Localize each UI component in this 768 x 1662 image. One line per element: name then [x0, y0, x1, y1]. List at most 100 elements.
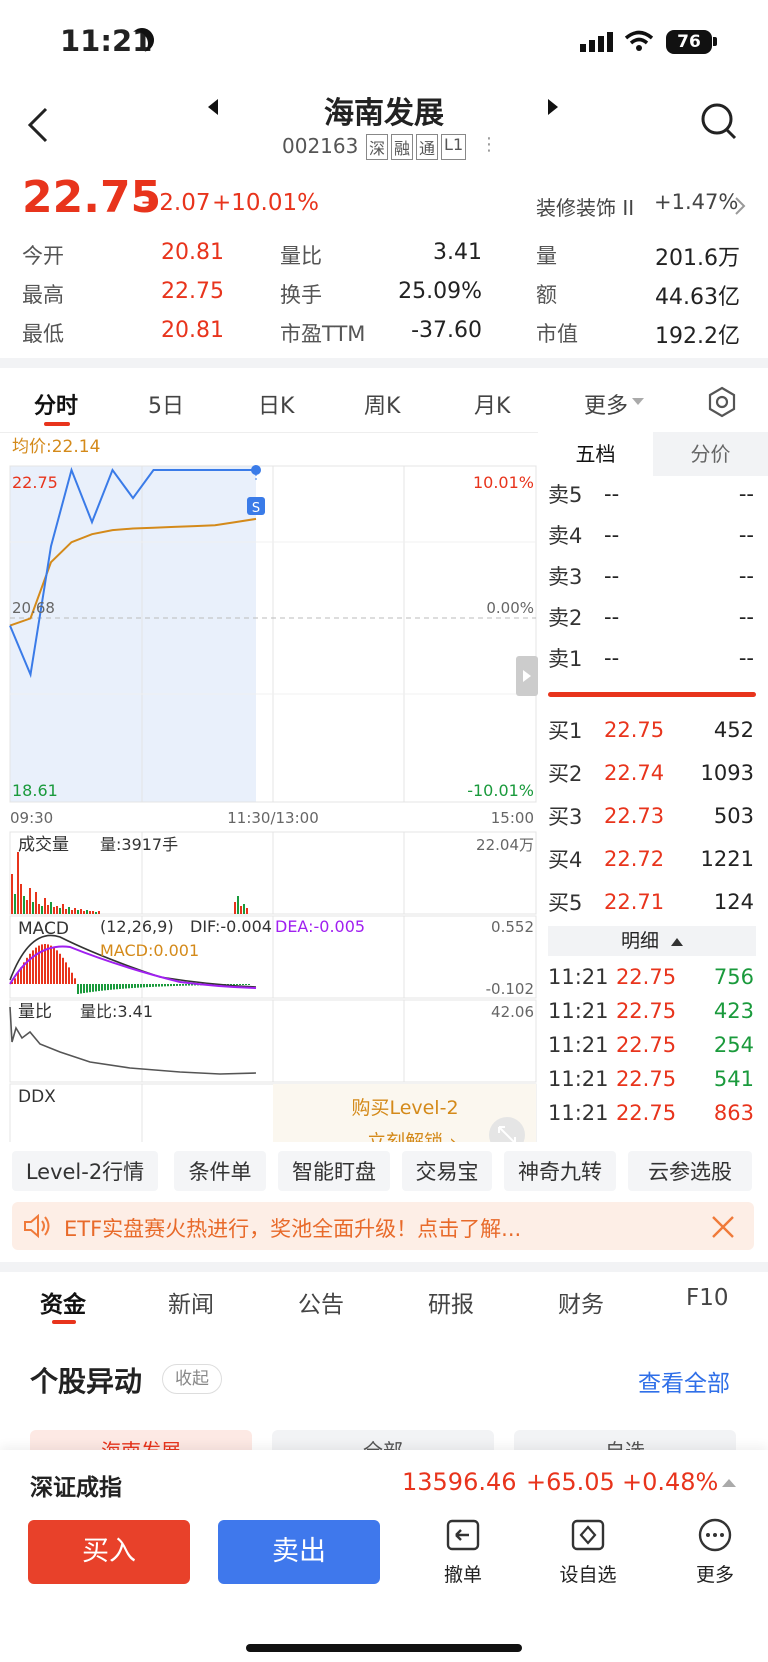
price-change-pct: +10.01%	[212, 190, 319, 216]
back-icon[interactable]	[26, 106, 50, 144]
tab-monthly-k[interactable]: 月K	[474, 388, 510, 420]
subtab-funds[interactable]: 资金	[40, 1285, 86, 1319]
chevron-up-icon[interactable]	[722, 1478, 736, 1488]
volume-bar	[47, 905, 49, 914]
tab-five-levels[interactable]: 五档	[538, 432, 653, 476]
subtab-financials[interactable]: 财务	[558, 1285, 604, 1319]
volume-bar	[62, 904, 64, 914]
volume-bar	[32, 902, 34, 914]
trade-time: 11:21	[548, 999, 609, 1023]
volume-bar	[14, 894, 16, 914]
peek-tab-stock[interactable]: 海南发展	[30, 1430, 252, 1450]
stat-value: 44.63亿	[655, 285, 740, 310]
chevron-right-icon[interactable]	[734, 196, 746, 216]
ask-label: 卖1	[548, 647, 583, 671]
chip-trade-treasure[interactable]: 交易宝	[402, 1151, 492, 1191]
stat-value: 3.41	[433, 240, 482, 265]
volume-bar	[38, 904, 40, 914]
tab-more[interactable]: 更多	[584, 388, 628, 420]
subtab-announcements[interactable]: 公告	[298, 1285, 344, 1319]
chip-level2[interactable]: Level-2行情	[12, 1151, 158, 1191]
ask-volume: --	[738, 523, 754, 547]
view-all-link[interactable]: 查看全部	[638, 1364, 730, 1398]
tab-daily-k[interactable]: 日K	[258, 388, 294, 420]
peek-tab-watch[interactable]: 自选	[514, 1430, 736, 1450]
peek-tab-all[interactable]: 全部	[272, 1430, 494, 1450]
subtab-research[interactable]: 研报	[428, 1285, 474, 1319]
cancel-order-action[interactable]: 撤单	[428, 1518, 498, 1594]
volume-title[interactable]: 成交量	[18, 835, 69, 855]
tab-weekly-k[interactable]: 周K	[364, 388, 400, 420]
intraday-chart[interactable]: S 均价:22.14 22.75 20.68 18.61 10.01% 0.00…	[0, 432, 540, 1142]
unlock-link[interactable]: 立刻解锁 ›	[367, 1131, 457, 1142]
index-name[interactable]: 深证成指	[30, 1468, 122, 1502]
morning-shade	[10, 466, 256, 802]
promo-banner[interactable]: ETF实盘赛火热进行，奖池全面升级！点击了解...	[12, 1202, 754, 1250]
spread-bar	[548, 692, 756, 697]
tag-tong: 通	[416, 134, 439, 160]
macd-bar	[248, 984, 250, 985]
collapse-button[interactable]: 收起	[162, 1364, 222, 1394]
index-change: +65.05	[526, 1468, 615, 1496]
macd-bar	[125, 984, 127, 989]
macd-title[interactable]: MACD	[18, 919, 69, 939]
next-stock-icon[interactable]	[546, 98, 560, 116]
lb-title[interactable]: 量比	[18, 1002, 52, 1022]
trade-time: 11:21	[548, 1067, 609, 1091]
chip-smart-watch[interactable]: 智能盯盘	[278, 1151, 390, 1191]
bid-row[interactable]: 买5 22.71 124	[548, 882, 754, 922]
trade-row: 11:21 22.75 863	[548, 1096, 754, 1130]
bid-row[interactable]: 买4 22.72 1221	[548, 839, 754, 879]
sector-name[interactable]: 装修装饰 II	[536, 192, 634, 221]
tab-5day[interactable]: 5日	[148, 388, 184, 420]
more-dots-icon[interactable]: ⋮	[480, 134, 498, 155]
bid-price: 22.74	[604, 761, 665, 785]
chip-cloud-pick[interactable]: 云参选股	[628, 1151, 752, 1191]
volume-bar	[92, 911, 94, 914]
index-pct: +0.48%	[622, 1468, 719, 1496]
macd-bar	[98, 984, 100, 992]
add-watch-action[interactable]: 设自选	[548, 1518, 628, 1594]
sector-pct[interactable]: +1.47%	[654, 190, 738, 214]
ask-volume: --	[738, 605, 754, 629]
ask-label: 卖3	[548, 565, 583, 589]
detail-label: 明细	[620, 930, 659, 952]
chip-td-nine[interactable]: 神奇九转	[504, 1151, 616, 1191]
subtab-news[interactable]: 新闻	[168, 1285, 214, 1319]
trade-price: 22.75	[615, 1101, 677, 1125]
last-point	[251, 465, 261, 475]
more-action[interactable]: 更多	[680, 1518, 750, 1594]
buy-level2[interactable]: 购买Level-2	[351, 1097, 458, 1119]
bid-label: 买2	[548, 762, 583, 786]
trade-price: 22.75	[615, 999, 677, 1023]
sell-button[interactable]: 卖出	[218, 1520, 380, 1584]
bid-row[interactable]: 买3 22.73 503	[548, 796, 754, 836]
detail-toggle[interactable]: 明细	[548, 926, 756, 956]
macd-bar	[134, 984, 136, 988]
tab-price-dist[interactable]: 分价	[653, 432, 768, 476]
volume-bar	[53, 907, 55, 914]
ask-label: 卖2	[548, 606, 583, 630]
bid-row[interactable]: 买1 22.75 452	[548, 710, 754, 750]
buy-button[interactable]: 买入	[28, 1520, 190, 1584]
prev-stock-icon[interactable]	[206, 98, 220, 116]
macd-bar	[47, 944, 49, 984]
macd-bar	[128, 984, 130, 989]
tag-rong: 融	[391, 134, 414, 160]
ask-volume: --	[738, 646, 754, 670]
chip-condition-order[interactable]: 条件单	[174, 1151, 266, 1191]
bid-row[interactable]: 买2 22.74 1093	[548, 753, 754, 793]
settings-icon[interactable]	[706, 386, 738, 418]
undo-icon	[446, 1519, 480, 1551]
stat-label: 市盈TTM	[280, 322, 366, 346]
close-icon[interactable]	[710, 1214, 736, 1240]
macd-bar	[143, 984, 145, 988]
trade-volume: 423	[713, 999, 754, 1023]
subtab-f10[interactable]: F10	[686, 1285, 729, 1311]
macd-bar	[161, 984, 163, 987]
tab-intraday[interactable]: 分时	[34, 388, 78, 420]
volume-bar	[83, 911, 85, 914]
ddx-title[interactable]: DDX	[18, 1087, 56, 1107]
chevron-down-icon[interactable]	[632, 398, 644, 406]
search-icon[interactable]	[700, 102, 738, 142]
